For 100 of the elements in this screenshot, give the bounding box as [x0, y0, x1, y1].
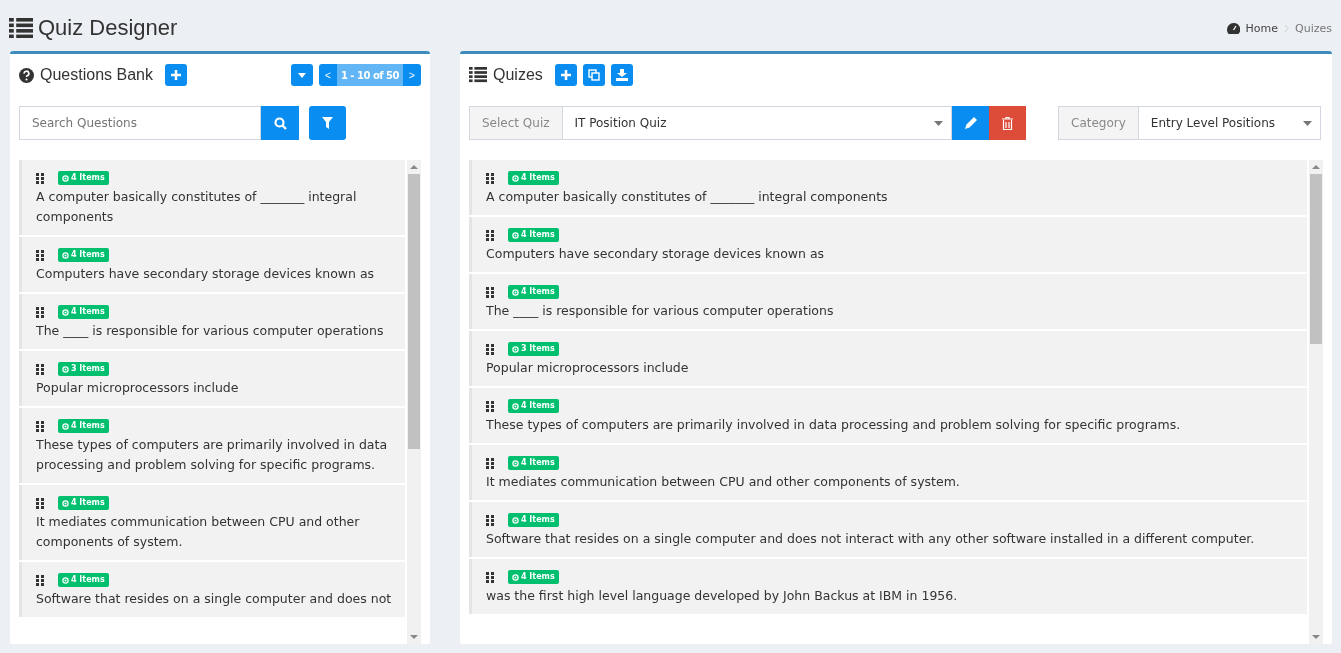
drag-handle-icon[interactable] — [36, 306, 44, 318]
drag-handle-icon[interactable] — [36, 420, 44, 432]
badge-text: 4 Items — [521, 229, 555, 241]
question-item[interactable]: 4 Items It mediates communication between CPU and other components of system. — [469, 445, 1307, 500]
circle-icon — [512, 516, 519, 524]
add-button[interactable] — [164, 64, 187, 86]
badge-text: 4 Items — [521, 514, 555, 526]
circle-icon — [512, 231, 519, 239]
trash-icon — [1002, 116, 1013, 130]
circle-icon — [62, 365, 69, 373]
question-item[interactable]: 4 Items A computer basically constitutes of _______ integral components — [469, 160, 1307, 215]
question-text: Popular microprocessors include — [36, 379, 240, 397]
question-text: was the first high level language developed by John Backus at IBM in 1956. — [486, 587, 959, 605]
page-title: Quiz Designer — [38, 15, 178, 41]
question-text: Software that resides on a single computer and does not interact with any other software installed in a different computer. — [486, 530, 1256, 548]
question-text: It mediates communication between CPU and other components of system. — [486, 473, 961, 491]
drag-handle-icon[interactable] — [36, 574, 44, 586]
breadcrumb-link[interactable]: Home — [1245, 21, 1279, 35]
badge-text: 4 Items — [71, 420, 105, 432]
drag-handle-icon[interactable] — [486, 571, 494, 583]
drag-handle-icon[interactable] — [486, 172, 494, 184]
question-text: It mediates communication between CPU and other components of system. — [36, 513, 361, 551]
question-item[interactable]: 4 Items These types of computers are primarily involved in data processing and problem solving for specific programs. — [469, 388, 1307, 443]
download-button[interactable] — [610, 64, 633, 86]
drag-handle-icon[interactable] — [486, 457, 494, 469]
drag-handle-icon[interactable] — [486, 343, 494, 355]
search-icon — [273, 116, 287, 130]
drag-handle-icon[interactable] — [486, 514, 494, 526]
question-item[interactable]: 4 Items These types of computers are primarily involved in data processing and problem solving for specific programs. — [19, 408, 405, 483]
drag-handle-icon[interactable] — [36, 497, 44, 509]
plus-icon — [559, 69, 572, 81]
drag-handle-icon[interactable] — [486, 400, 494, 412]
question-text: The ____ is responsible for various computer operations — [36, 322, 385, 340]
badge-text: 4 Items — [521, 457, 555, 469]
badge-text: 4 Items — [71, 574, 105, 586]
drag-handle-icon[interactable] — [486, 229, 494, 241]
badge-text: 4 Items — [71, 306, 105, 318]
question-item[interactable]: 3 Items Popular microprocessors include — [469, 331, 1307, 386]
scrollbar[interactable] — [407, 160, 421, 644]
circle-icon — [62, 422, 69, 430]
panel-title: Quizes — [493, 66, 543, 84]
circle-icon — [62, 174, 69, 182]
search-field[interactable]: Search Questions — [19, 106, 261, 140]
drag-handle-icon[interactable] — [486, 286, 494, 298]
circle-icon — [512, 573, 519, 581]
question-item[interactable]: 4 Items was the first high level language developed by John Backus at IBM in 1956. — [469, 559, 1307, 614]
circle-icon — [62, 499, 69, 507]
list-icon — [9, 17, 33, 39]
question-item[interactable]: 4 Items Software that resides on a single computer and does not — [19, 562, 405, 617]
question-text: The ____ is responsible for various computer operations — [486, 302, 835, 320]
question-item[interactable]: 4 Items Computers have secondary storage devices known as — [19, 237, 405, 292]
question-text: Software that resides on a single computer and does not — [36, 590, 393, 608]
badge-text: 4 Items — [71, 497, 105, 509]
question-item[interactable]: 4 Items Software that resides on a single computer and does not interact with any other software installed in a different computer. — [469, 502, 1307, 557]
badge-text: 4 Items — [71, 249, 105, 261]
question-text: Computers have secondary storage devices known as — [36, 265, 376, 283]
breadcrumb-link[interactable]: Quizes — [1295, 21, 1332, 35]
page-range: 1 - 10 of 50 — [336, 64, 403, 86]
drag-handle-icon[interactable] — [36, 172, 44, 184]
plus-icon — [169, 69, 182, 81]
badge-text: 4 Items — [521, 571, 555, 583]
circle-icon — [512, 402, 519, 410]
circle-icon — [62, 251, 69, 259]
circle-icon — [512, 345, 519, 353]
filter-button[interactable] — [309, 106, 346, 140]
question-text: These types of computers are primarily involved in data processing and problem solving for specific programs. — [36, 436, 389, 474]
question-item[interactable]: 4 Items The ____ is responsible for various computer operations — [469, 274, 1307, 329]
question-item[interactable]: 3 Items Popular microprocessors include — [19, 351, 405, 406]
download-icon — [615, 69, 628, 81]
badge-text: 4 Items — [521, 286, 555, 298]
pencil-icon — [964, 117, 977, 129]
delete-button[interactable] — [989, 106, 1026, 140]
badge-text: 3 Items — [71, 363, 105, 375]
scrollbar[interactable] — [1309, 160, 1323, 644]
help-icon — [19, 67, 34, 83]
copy-button[interactable] — [582, 64, 605, 86]
question-text: Computers have secondary storage devices known as — [486, 245, 826, 263]
question-item[interactable]: 4 Items Computers have secondary storage devices known as — [469, 217, 1307, 272]
badge-text: 3 Items — [521, 343, 555, 355]
question-item[interactable]: 4 Items The ____ is responsible for various computer operations — [19, 294, 405, 349]
badge-text: 4 Items — [71, 172, 105, 184]
drag-handle-icon[interactable] — [36, 363, 44, 375]
circle-icon — [512, 288, 519, 296]
question-item[interactable]: 4 Items A computer basically constitutes of _______ integral components — [19, 160, 405, 235]
question-text: Popular microprocessors include — [486, 359, 690, 377]
caret-icon — [297, 72, 306, 78]
circle-icon — [512, 174, 519, 182]
edit-button[interactable] — [952, 106, 989, 140]
drag-handle-icon[interactable] — [36, 249, 44, 261]
dropdown-button[interactable] — [290, 64, 313, 86]
add-button[interactable] — [554, 64, 577, 86]
badge-text: 4 Items — [521, 400, 555, 412]
list-icon — [469, 67, 487, 83]
circle-icon — [512, 459, 519, 467]
badge-text: 4 Items — [521, 172, 555, 184]
circle-icon — [62, 576, 69, 584]
search-button[interactable] — [261, 106, 299, 140]
filter-icon — [322, 117, 333, 129]
question-item[interactable]: 4 Items It mediates communication between CPU and other components of system. — [19, 485, 405, 560]
question-text: A computer basically constitutes of _______ integral components — [36, 188, 358, 226]
